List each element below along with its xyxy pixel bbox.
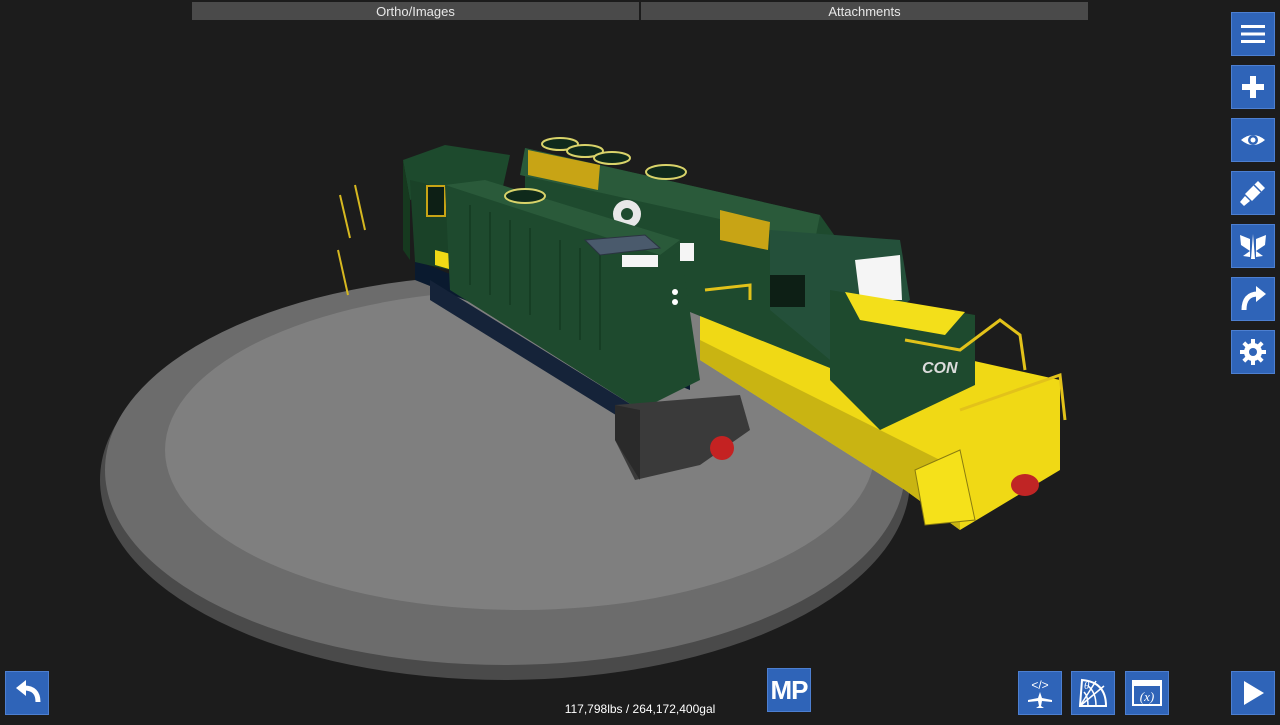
symmetry-button[interactable] — [1231, 224, 1275, 268]
symmetry-wings-icon — [1240, 234, 1266, 259]
loco-front-lettering: CON — [922, 360, 958, 377]
add-part-button[interactable] — [1231, 65, 1275, 109]
settings-button[interactable] — [1231, 330, 1275, 374]
svg-text:θ: θ — [1084, 680, 1090, 692]
eye-icon — [1241, 135, 1265, 145]
tab-ortho-images[interactable]: Ortho/Images — [192, 2, 639, 20]
redo-button[interactable] — [1231, 277, 1275, 321]
code-aircraft-button[interactable]: </> — [1018, 671, 1062, 715]
mp-button[interactable]: MP — [767, 668, 811, 712]
angle-grid-button[interactable]: θ — [1071, 671, 1115, 715]
tab-attachments[interactable]: Attachments — [641, 2, 1088, 20]
scene-canvas: CON — [100, 137, 1067, 680]
weight-readout: 117,798lbs / 264,172,400gal — [564, 702, 716, 716]
3d-viewport[interactable]: CON — [0, 0, 1280, 720]
paint-brush-icon — [1240, 181, 1265, 206]
view-button[interactable] — [1231, 118, 1275, 162]
gear-icon — [1240, 339, 1266, 365]
svg-text:(x): (x) — [1140, 689, 1154, 704]
variable-x-icon: (x) — [1132, 680, 1162, 706]
paint-button[interactable] — [1231, 171, 1275, 215]
menu-button[interactable] — [1231, 12, 1275, 56]
svg-text:</>: </> — [1031, 678, 1048, 692]
theta-grid-icon: θ — [1078, 678, 1108, 707]
plus-icon — [1242, 76, 1264, 98]
play-button[interactable] — [1231, 671, 1275, 715]
code-aircraft-icon: </> — [1028, 678, 1052, 708]
variables-button[interactable]: (x) — [1125, 671, 1169, 715]
play-icon — [1244, 681, 1264, 705]
undo-button[interactable] — [5, 671, 49, 715]
hamburger-menu-icon — [1241, 25, 1265, 43]
undo-arrow-icon — [16, 680, 41, 703]
redo-arrow-icon — [1241, 286, 1266, 311]
